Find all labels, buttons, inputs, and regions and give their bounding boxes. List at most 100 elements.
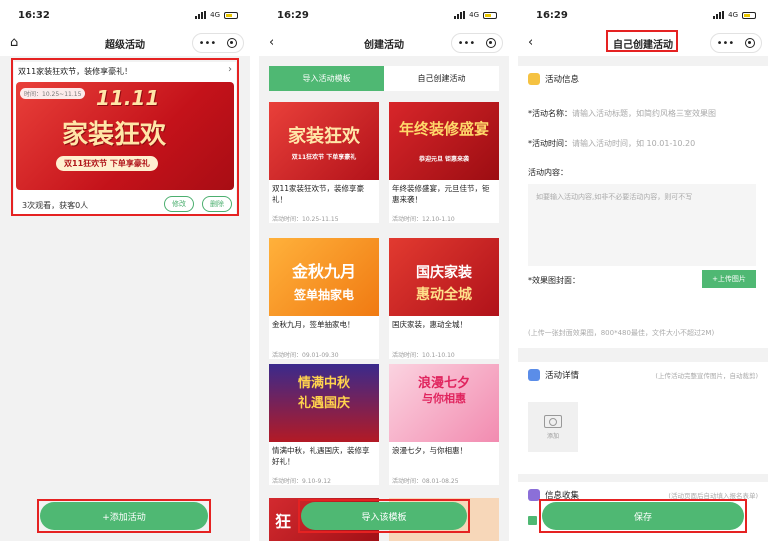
screen-create-own-activity: 16:29 4G ‹ 自己创建活动 ••• 活动信息 *活动名称：请输入活动标题… [518, 0, 768, 541]
template-thumbnail: 年终装修盛宴 恭迎元旦 钜惠来袭 [389, 102, 499, 180]
section-title: 活动详情 [545, 371, 580, 381]
bookmark-icon [528, 369, 540, 381]
network-label: 4G [728, 11, 738, 19]
thumbnail-subtext: 恭迎元旦 钜惠来袭 [418, 156, 470, 163]
more-icon[interactable]: ••• [717, 38, 735, 49]
home-icon[interactable]: ⌂ [10, 35, 18, 50]
template-thumbnail: 浪漫七夕 与你相惠 [389, 364, 499, 442]
field-label: *活动时间： [528, 139, 572, 148]
signal-icon [713, 11, 725, 19]
mini-program-capsule[interactable]: ••• [710, 33, 762, 53]
activity-time-input[interactable]: 请输入活动时间，如 10.01-10.20 [572, 139, 695, 148]
status-bar: 16:29 4G [518, 0, 768, 30]
highlight-box [37, 499, 211, 533]
activity-content-label: 活动内容： [528, 168, 568, 177]
upload-hint: (上传一张封面效果图，800*480最佳，文件大小不超过2M) [528, 329, 715, 337]
close-mini-program-icon[interactable] [745, 38, 756, 48]
status-bar: 16:29 4G [259, 0, 509, 30]
nav-bar: ‹ 创建活动 ••• [259, 30, 509, 56]
activity-name-input[interactable]: 请输入活动标题，如简约风格三室效果图 [572, 109, 716, 118]
flag-icon [528, 73, 540, 85]
back-icon[interactable]: ‹ [269, 35, 274, 50]
template-title: 浪漫七夕，与你相惠！ [392, 446, 467, 455]
back-icon[interactable]: ‹ [528, 35, 533, 50]
collect-checkbox[interactable] [528, 516, 537, 525]
thumbnail-subtext: 与你相惠 [422, 392, 466, 405]
thumbnail-subtext: 签单抽家电 [293, 288, 354, 302]
template-date: 活动时间：09.01-09.30 [272, 352, 339, 359]
page-title: 创建活动 [364, 39, 404, 51]
add-image-label: 添加 [546, 432, 559, 440]
thumbnail-text: 年终装修盛宴 [398, 120, 489, 138]
template-title: 金秋九月，签单抽家电！ [272, 320, 355, 329]
add-image-button[interactable]: 添加 [528, 402, 578, 452]
screen-create-activity: 16:29 4G ‹ 创建活动 ••• 导入活动模板 自己创建活动 家装狂欢 双… [259, 0, 509, 541]
template-thumbnail: 国庆家装 惠动全城 [389, 238, 499, 316]
tab-create-own[interactable]: 自己创建活动 [384, 66, 499, 91]
template-thumbnail: 金秋九月 签单抽家电 [269, 238, 379, 316]
close-mini-program-icon[interactable] [227, 38, 238, 48]
battery-icon [483, 11, 497, 19]
create-mode-tabs: 导入活动模板 自己创建活动 [269, 66, 499, 91]
section-header: 活动详情 (上传活动完整宣传图片，自动裁剪) [518, 362, 768, 388]
highlight-box [606, 30, 678, 52]
tab-import-template[interactable]: 导入活动模板 [269, 66, 384, 91]
upload-image-button[interactable]: +上传图片 [702, 270, 756, 288]
template-date: 活动时间：10.25-11.15 [272, 216, 339, 223]
activity-content-textarea[interactable]: 如要输入活动内容,如非不必要活动内容，则可不写 [528, 184, 756, 266]
mini-program-capsule[interactable]: ••• [451, 33, 503, 53]
template-date: 活动时间：9.10-9.12 [272, 478, 331, 485]
template-card[interactable]: 金秋九月 签单抽家电 金秋九月，签单抽家电！ 活动时间：09.01-09.30 [269, 238, 379, 359]
template-title: 双11家装狂欢节，装修享豪礼！ [272, 184, 365, 204]
page-title: 超级活动 [105, 39, 145, 51]
more-icon[interactable]: ••• [199, 38, 217, 49]
template-title: 情满中秋，礼遇国庆，装修享好礼！ [272, 446, 370, 466]
status-bar: 16:32 4G [0, 0, 250, 30]
template-date: 活动时间：10.1-10.10 [392, 352, 455, 359]
status-time: 16:29 [536, 9, 568, 21]
nav-bar: ⌂ 超级活动 ••• [0, 30, 250, 56]
highlight-box [539, 499, 747, 533]
template-date: 活动时间：08.01-08.25 [392, 478, 459, 485]
template-date: 活动时间：12.10-1.10 [392, 216, 455, 223]
battery-icon [224, 11, 238, 19]
section-title: 活动信息 [545, 75, 580, 85]
signal-icon [195, 11, 207, 19]
activity-name-field[interactable]: *活动名称：请输入活动标题，如简约风格三室效果图 [528, 108, 716, 119]
thumbnail-text: 家装狂欢 [288, 126, 360, 147]
section-header: 活动信息 [518, 66, 768, 92]
highlight-box [11, 58, 239, 216]
more-icon[interactable]: ••• [458, 38, 476, 49]
template-card[interactable]: 浪漫七夕 与你相惠 浪漫七夕，与你相惠！ 活动时间：08.01-08.25 [389, 364, 499, 485]
thumbnail-subtext: 双11狂欢节 下单享豪礼 [291, 154, 357, 161]
thumbnail-text: 金秋九月 [291, 262, 356, 281]
status-time: 16:32 [18, 9, 50, 21]
thumbnail-text: 浪漫七夕 [417, 376, 470, 391]
network-label: 4G [210, 11, 220, 19]
template-card[interactable]: 国庆家装 惠动全城 国庆家装，惠动全城！ 活动时间：10.1-10.10 [389, 238, 499, 359]
status-time: 16:29 [277, 9, 309, 21]
thumbnail-subtext: 惠动全城 [416, 287, 472, 303]
template-thumbnail: 情满中秋 礼遇国庆 [269, 364, 379, 442]
field-label: *活动名称： [528, 109, 572, 118]
thumbnail-subtext: 礼遇国庆 [297, 396, 350, 411]
template-card[interactable]: 家装狂欢 双11狂欢节 下单享豪礼 双11家装狂欢节，装修享豪礼！ 活动时间：1… [269, 102, 379, 223]
camera-icon [544, 414, 562, 428]
mini-program-capsule[interactable]: ••• [192, 33, 244, 53]
close-mini-program-icon[interactable] [486, 38, 497, 48]
cover-image-label: *效果图封面： [528, 276, 580, 285]
signal-icon [454, 11, 466, 19]
template-card[interactable]: 年终装修盛宴 恭迎元旦 钜惠来袭 年终装修盛宴，元旦佳节，钜惠来袭！ 活动时间：… [389, 102, 499, 223]
screen-super-activity: 16:32 4G ⌂ 超级活动 ••• 双11家装狂欢节，装修享豪礼！ › 时间… [0, 0, 250, 541]
highlight-box [298, 499, 470, 533]
template-card[interactable]: 情满中秋 礼遇国庆 情满中秋，礼遇国庆，装修享好礼！ 活动时间：9.10-9.1… [269, 364, 379, 485]
thumbnail-text: 情满中秋 [297, 376, 350, 391]
template-title: 年终装修盛宴，元旦佳节，钜惠来袭！ [392, 184, 490, 204]
template-title: 国庆家装，惠动全城！ [392, 320, 467, 329]
battery-icon [742, 11, 756, 19]
detail-hint: (上传活动完整宣传图片，自动裁剪) [655, 372, 758, 380]
activity-time-field[interactable]: *活动时间：请输入活动时间，如 10.01-10.20 [528, 138, 695, 149]
template-thumbnail: 家装狂欢 双11狂欢节 下单享豪礼 [269, 102, 379, 180]
network-label: 4G [469, 11, 479, 19]
thumbnail-text: 国庆家装 [416, 265, 472, 281]
